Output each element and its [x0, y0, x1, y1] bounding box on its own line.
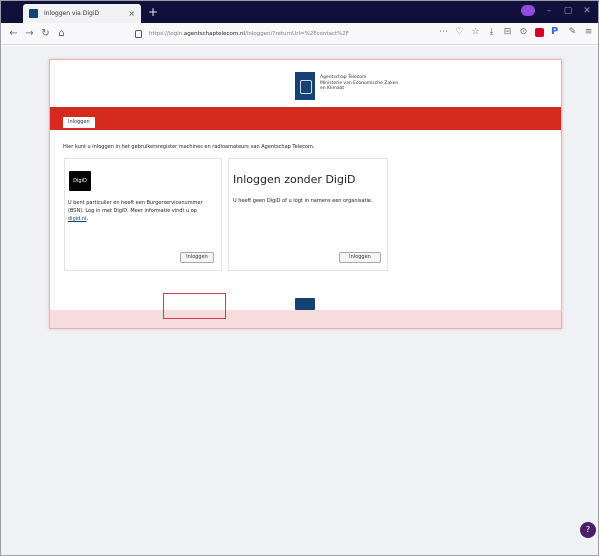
- no-digid-description: U heeft geen DigiD of u logt in namens e…: [233, 198, 373, 204]
- maximize-icon[interactable]: ▢: [563, 6, 573, 16]
- menu-icon[interactable]: ≡: [584, 27, 593, 37]
- login-without-digid-button[interactable]: Inloggen: [339, 252, 381, 263]
- digid-description: U bent particulier en heeft een Burgerse…: [68, 200, 203, 222]
- window-controls: – ▢ ✕: [521, 5, 592, 16]
- extension-icon[interactable]: [521, 5, 535, 16]
- digid-link[interactable]: digid.nl: [68, 216, 86, 222]
- home-icon[interactable]: ⌂: [55, 27, 68, 41]
- toolbar-icons: ⋯ ♡ ☆ ⤓ ⊟ ⊙ P ✎ ≡: [439, 27, 593, 38]
- no-digid-title: Inloggen zonder DigiD: [233, 173, 356, 186]
- page-viewport: Agentschap Telecom Ministerie van Econom…: [1, 46, 598, 555]
- tab-bar: Inloggen via DigiD × + – ▢ ✕: [1, 1, 598, 23]
- bookmark-star-icon[interactable]: ☆: [471, 27, 480, 37]
- url-text: https://login.agentschaptelecom.nl/inlog…: [149, 31, 349, 37]
- back-icon[interactable]: ←: [7, 27, 20, 41]
- navigation-bar: ← → ↻ ⌂ https://login.agentschaptelecom.…: [1, 23, 598, 45]
- library-icon[interactable]: ⊟: [503, 27, 512, 37]
- footer-logo-block: [295, 298, 315, 310]
- logo-text: Agentschap Telecom Ministerie van Econom…: [320, 75, 399, 91]
- pocket-icon[interactable]: ♡: [455, 27, 464, 37]
- favicon-icon: [29, 9, 38, 18]
- tools-icon[interactable]: ✎: [568, 27, 577, 37]
- no-digid-option-panel: Inloggen zonder DigiD U heeft geen DigiD…: [228, 158, 388, 271]
- reload-icon[interactable]: ↻: [39, 27, 52, 41]
- forward-icon[interactable]: →: [23, 27, 36, 41]
- minimize-icon[interactable]: –: [544, 6, 554, 16]
- login-digid-button[interactable]: Inloggen: [180, 252, 214, 263]
- tab-title: Inloggen via DigiD: [44, 10, 100, 17]
- tab-inloggen[interactable]: Inloggen: [63, 117, 95, 128]
- rijksoverheid-logo: [295, 72, 315, 100]
- intro-text: Hier kunt u inloggen in het gebruikersre…: [63, 144, 315, 150]
- tab-close-icon[interactable]: ×: [128, 9, 135, 18]
- lock-icon: [135, 30, 142, 38]
- browser-tab[interactable]: Inloggen via DigiD ×: [23, 4, 141, 23]
- downloads-icon[interactable]: ⤓: [487, 27, 496, 37]
- footer-band: [50, 310, 561, 328]
- account-icon[interactable]: ⊙: [519, 27, 528, 37]
- header-bar: Inloggen: [50, 107, 561, 130]
- close-window-icon[interactable]: ✕: [582, 6, 592, 16]
- digid-logo: DigiD: [69, 171, 91, 191]
- help-chat-icon[interactable]: ?: [580, 522, 596, 538]
- extension-blue-icon[interactable]: P: [551, 27, 561, 37]
- login-page-card: Agentschap Telecom Ministerie van Econom…: [49, 59, 562, 329]
- page-actions-icon[interactable]: ⋯: [439, 27, 448, 37]
- extension-red-icon[interactable]: [535, 27, 544, 37]
- browser-window: Inloggen via DigiD × + – ▢ ✕ ← → ↻ ⌂ htt…: [0, 0, 599, 556]
- focus-highlight: [163, 293, 226, 319]
- digid-option-panel: DigiD U bent particulier en heeft een Bu…: [64, 158, 222, 271]
- new-tab-button[interactable]: +: [146, 5, 160, 19]
- url-bar[interactable]: https://login.agentschaptelecom.nl/inlog…: [129, 26, 435, 42]
